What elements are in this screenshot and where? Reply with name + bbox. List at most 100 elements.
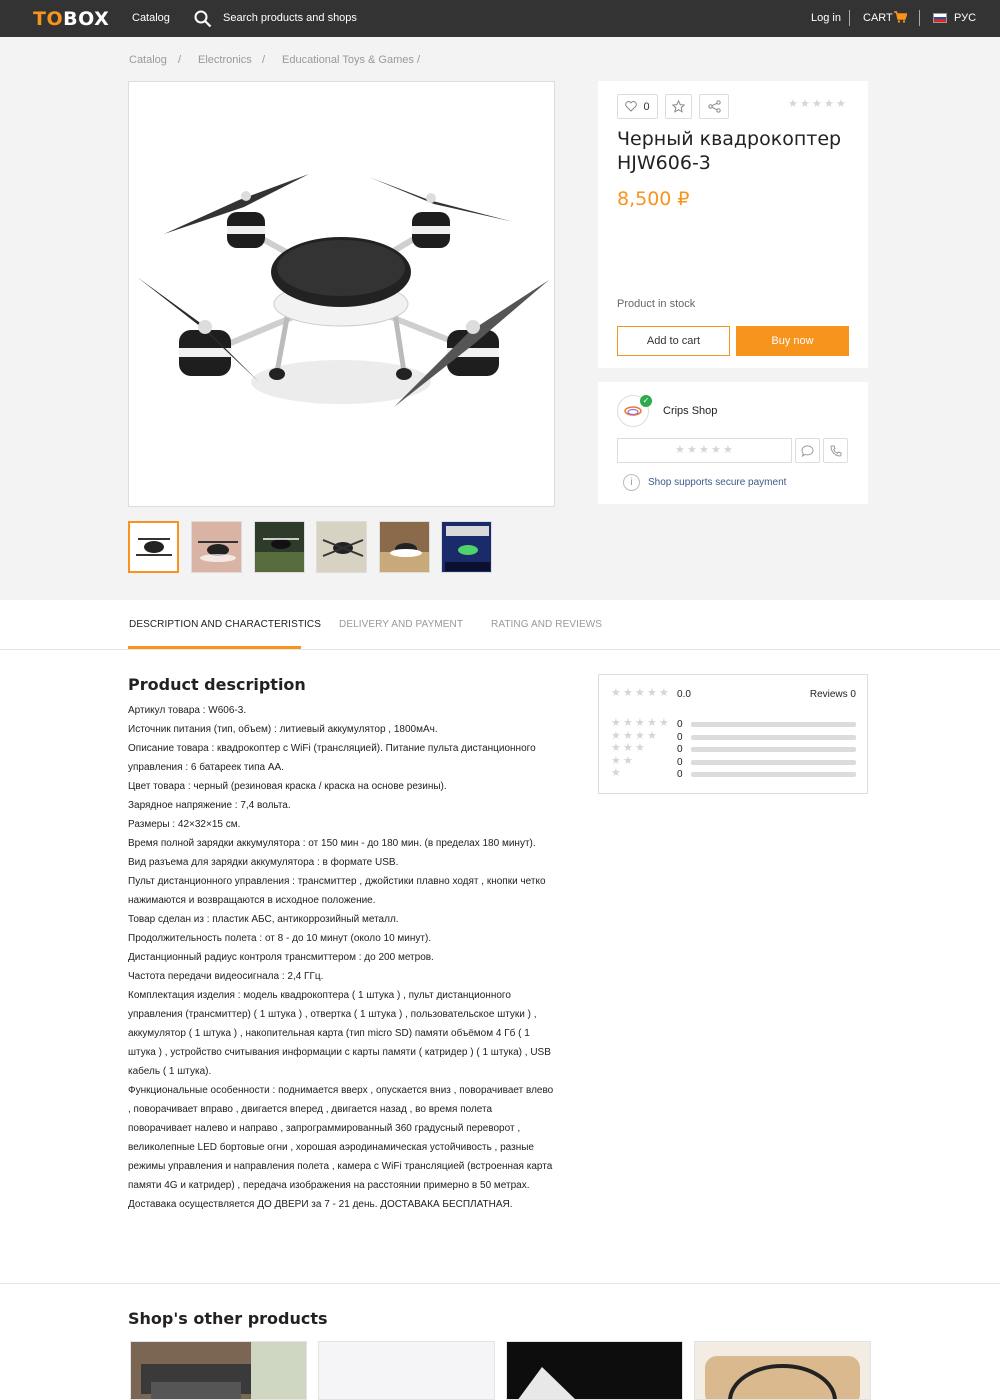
- description-line: Дистанционный радиус контроля трансмитте…: [128, 952, 434, 963]
- rating-star-icon: ★: [659, 687, 669, 699]
- rating-star-icon: ★: [812, 98, 822, 110]
- product-card[interactable]: [694, 1341, 871, 1400]
- rating-distribution-row: ★ ★ ★ 0: [611, 742, 857, 756]
- description-title: Product description: [128, 675, 306, 694]
- overall-rating: ★ ★ ★ ★ ★: [611, 687, 669, 699]
- language-switch[interactable]: РУС: [954, 12, 976, 24]
- chat-button[interactable]: [795, 438, 820, 463]
- like-button[interactable]: 0: [617, 94, 658, 119]
- description-line: Частота передачи видеосигнала : 2,4 ГГц.: [128, 971, 324, 982]
- rating-star-icon: ★: [623, 717, 633, 729]
- description-line: Функциональные особенности : поднимается…: [128, 1085, 554, 1191]
- description-line: Описание товара : квадрокоптер с WiFi (т…: [128, 743, 536, 773]
- shop-name[interactable]: Crips Shop: [663, 405, 717, 417]
- product-main-image[interactable]: [128, 81, 555, 507]
- divider: [919, 10, 920, 26]
- buy-now-button[interactable]: Buy now: [736, 326, 849, 356]
- description-line: Комплектация изделия : модель квадрокопт…: [128, 990, 551, 1077]
- shop-rating: ★ ★ ★ ★ ★: [617, 438, 792, 463]
- rating-star-icon: ★: [611, 729, 621, 742]
- top-navbar: TOBOX Catalog Search products and shops …: [0, 0, 1000, 37]
- rating-star-icon: ★: [800, 98, 810, 110]
- rating-score: 0.0: [677, 689, 691, 700]
- thumbnail-4[interactable]: [316, 521, 367, 573]
- row-stars: ★ ★ ★ ★ ★: [611, 717, 669, 729]
- rating-star-icon: ★: [623, 729, 633, 742]
- row-bar: [691, 772, 856, 777]
- share-button[interactable]: [699, 94, 729, 119]
- tobox-logo[interactable]: TOBOX: [33, 8, 109, 30]
- shop-panel: ✓ Crips Shop ★ ★ ★ ★ ★ i Shop supports secur…: [598, 382, 868, 504]
- description-line: Пульт дистанционного управления : трансм…: [128, 876, 546, 906]
- thumbnail-5[interactable]: [379, 521, 430, 573]
- description-line: Продолжительность полета : от 8 - до 10 …: [128, 933, 432, 944]
- thumbnail-3[interactable]: [254, 521, 305, 573]
- description-line: Товар сделан из : пластик АБС, антикорро…: [128, 914, 399, 925]
- rating-star-icon: ★: [788, 98, 798, 110]
- info-icon: i: [623, 474, 640, 491]
- rating-star-icon: ★: [611, 687, 621, 699]
- breadcrumb-catalog[interactable]: Catalog: [129, 54, 167, 66]
- rating-star-icon: ★: [824, 98, 834, 110]
- divider: [0, 1283, 1000, 1284]
- rating-star-icon: ★: [611, 754, 621, 767]
- description-text: Артикул товара : W606-3. Источник питания…: [128, 701, 558, 1214]
- rating-star-icon: ★: [635, 717, 645, 729]
- rating-star-icon: ★: [623, 754, 633, 767]
- row-stars: ★ ★ ★: [611, 742, 645, 754]
- rating-star-icon: ★: [635, 729, 645, 742]
- thumbnail-6[interactable]: [441, 521, 492, 573]
- breadcrumb-separator: /: [417, 54, 421, 66]
- row-count: 0: [677, 744, 683, 755]
- rating-star-icon: ★: [623, 742, 633, 754]
- rating-star-icon: ★: [647, 687, 657, 699]
- russia-flag-icon[interactable]: [933, 13, 947, 23]
- thumbnail-1[interactable]: [128, 521, 179, 573]
- tab-reviews[interactable]: RATING AND REVIEWS: [491, 619, 602, 630]
- rating-star-icon: ★: [635, 742, 645, 754]
- add-to-cart-button[interactable]: Add to cart: [617, 326, 730, 356]
- rating-star-icon: ★: [675, 444, 685, 456]
- chat-icon: [801, 444, 814, 457]
- tab-delivery[interactable]: DELIVERY AND PAYMENT: [339, 619, 463, 630]
- rating-distribution-row: ★ 0: [611, 768, 857, 781]
- row-count: 0: [677, 756, 683, 768]
- reviews-count[interactable]: Reviews 0: [810, 689, 856, 700]
- verified-check-icon: ✓: [640, 395, 652, 407]
- secure-payment-note[interactable]: Shop supports secure payment: [648, 477, 786, 488]
- reviews-summary: ★ ★ ★ ★ ★ 0.0 Reviews 0 ★ ★ ★ ★ ★ 0 ★ ★ ★ ★ 0 ★ ★ ★ 0 ★ ★ 0 ★ 0: [598, 674, 868, 794]
- catalog-link[interactable]: Catalog: [132, 12, 170, 24]
- star-icon: [672, 100, 685, 113]
- row-count: 0: [677, 719, 683, 730]
- rating-star-icon: ★: [687, 444, 697, 456]
- breadcrumb-educational-toys[interactable]: Educational Toys & Games: [282, 54, 414, 66]
- divider: [849, 10, 850, 26]
- share-icon: [707, 100, 721, 113]
- login-link[interactable]: Log in: [811, 12, 841, 24]
- product-card[interactable]: [130, 1341, 307, 1400]
- row-bar: [691, 759, 856, 765]
- rating-star-icon: ★: [647, 717, 657, 729]
- phone-icon: [829, 445, 841, 457]
- breadcrumb-separator: /: [178, 54, 182, 66]
- row-stars: ★ ★ ★ ★: [611, 729, 657, 742]
- product-card[interactable]: [506, 1341, 683, 1400]
- breadcrumb-electronics[interactable]: Electronics: [198, 54, 252, 66]
- search-icon[interactable]: [194, 10, 212, 28]
- description-line: Зарядное напряжение : 7,4 вольта.: [128, 800, 291, 811]
- favorite-button[interactable]: [665, 94, 692, 119]
- rating-star-icon: ★: [635, 687, 645, 699]
- call-button[interactable]: [823, 438, 848, 463]
- tab-description[interactable]: DESCRIPTION AND CHARACTERISTICS: [129, 619, 321, 630]
- breadcrumb-separator: /: [262, 54, 266, 66]
- rating-distribution-row: ★ ★ 0: [611, 754, 857, 769]
- product-card[interactable]: [318, 1341, 495, 1400]
- cart-link[interactable]: CART: [863, 12, 893, 24]
- thumbnail-2[interactable]: [191, 521, 242, 573]
- rating-star-icon: ★: [647, 729, 657, 742]
- product-price: 8,500 ₽: [617, 188, 690, 210]
- search-input[interactable]: Search products and shops: [223, 12, 357, 24]
- heart-icon: [625, 101, 638, 112]
- cart-icon[interactable]: [894, 11, 907, 23]
- row-count: 0: [677, 731, 683, 743]
